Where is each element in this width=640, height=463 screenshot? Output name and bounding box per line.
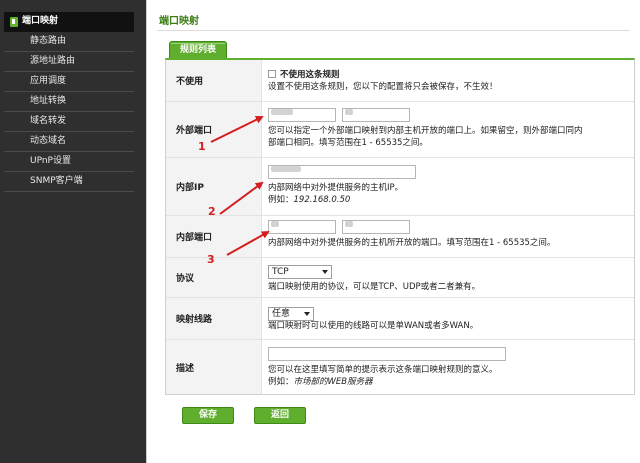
redacted-value — [344, 221, 353, 227]
sidebar-item-port-mapping[interactable]: 端口映射 — [4, 12, 134, 32]
disable-help: 设置不使用这条规则，您以下的配置将只会被保存，不生效！ — [268, 82, 498, 92]
label-line: 映射线路 — [166, 298, 262, 339]
port-mapping-form: 不使用 不使用这条规则 设置不使用这条规则，您以下的配置将只会被保存，不生效！ … — [165, 58, 635, 395]
protocol-selected-value: TCP — [272, 267, 289, 277]
internal-ip-input[interactable] — [268, 165, 416, 179]
sidebar-item-label: 应用调度 — [30, 76, 67, 86]
row-line: 映射线路 任意 端口映射时可以使用的线路可以是单WAN或者多WAN。 — [166, 298, 634, 340]
sidebar-item-label: 端口映射 — [22, 16, 59, 26]
dropdown-arrow-icon — [322, 270, 328, 274]
sidebar-item-label: 动态域名 — [30, 136, 67, 146]
row-internal-ip: 内部IP 内部网络中对外提供服务的主机IP。 例如：192.168.0.50 — [166, 158, 634, 216]
sidebar-item-upnp[interactable]: UPnP设置 — [4, 152, 134, 172]
line-selected-value: 任意 — [272, 309, 291, 319]
main-panel: 端口映射 规则列表 不使用 不使用这条规则 设置不使用这条规则，您以下的配置将只… — [146, 0, 640, 463]
sidebar-item-domain-forward[interactable]: 域名转发 — [4, 112, 134, 132]
external-port-help-1: 您可以指定一个外部端口映射到内部主机开放的端口上。如果留空，则外部端口同内 — [268, 126, 583, 136]
external-port-end-input[interactable] — [341, 108, 410, 122]
description-help: 您可以在这里填写简单的提示表示这条端口映射规则的意义。 — [268, 365, 498, 375]
internal-port-start-input[interactable] — [268, 220, 336, 234]
internal-ip-example-prefix: 例如： — [268, 195, 294, 205]
title-divider — [157, 30, 630, 31]
redacted-value — [271, 109, 293, 115]
description-example-value: 市场部的WEB服务器 — [293, 377, 373, 387]
description-input[interactable] — [268, 347, 506, 361]
sidebar-item-label: UPnP设置 — [30, 156, 71, 166]
arrow-bullet-icon — [10, 17, 18, 27]
back-button[interactable]: 返回 — [254, 407, 306, 424]
row-disable: 不使用 不使用这条规则 设置不使用这条规则，您以下的配置将只会被保存，不生效！ — [166, 60, 634, 102]
protocol-help: 端口映射使用的协议，可以是TCP、UDP或者二者兼有。 — [268, 282, 481, 292]
internal-ip-help: 内部网络中对外提供服务的主机IP。 — [268, 183, 404, 193]
external-port-help-2: 部端口相同。填写范围在1 - 65535之间。 — [268, 138, 428, 148]
sidebar-item-label: 地址转换 — [30, 96, 67, 106]
annotation-number-3: 3 — [207, 253, 215, 266]
internal-port-end-input[interactable] — [341, 220, 410, 234]
internal-ip-example-value: 192.168.0.50 — [293, 195, 351, 205]
external-port-start-input[interactable] — [268, 108, 336, 122]
internal-port-help: 内部网络中对外提供服务的主机所开放的端口。填写范围在1 - 65535之间。 — [268, 238, 556, 248]
line-select[interactable]: 任意 — [268, 307, 314, 321]
sidebar-item-label: SNMP客户端 — [30, 176, 83, 186]
redacted-value — [344, 109, 353, 115]
label-internal-port: 内部端口 — [166, 216, 262, 257]
sidebar-item-nat[interactable]: 地址转换 — [4, 92, 134, 112]
sidebar-item-snmp[interactable]: SNMP客户端 — [4, 172, 134, 192]
label-disable: 不使用 — [166, 60, 262, 101]
sidebar-item-label: 域名转发 — [30, 116, 67, 126]
sidebar-item-app-scheduling[interactable]: 应用调度 — [4, 72, 134, 92]
disable-rule-checkbox[interactable] — [268, 70, 276, 78]
dropdown-arrow-icon — [304, 312, 310, 316]
redacted-value — [271, 221, 279, 227]
description-example-prefix: 例如： — [268, 377, 294, 387]
annotation-number-2: 2 — [208, 205, 216, 218]
label-description: 描述 — [166, 340, 262, 394]
sidebar-item-label: 静态路由 — [30, 36, 67, 46]
row-external-port: 外部端口 您可以指定一个外部端口映射到内部主机开放的端口上。如果留空，则外部端口… — [166, 102, 634, 158]
tab-rule-list[interactable]: 规则列表 — [169, 41, 227, 58]
sidebar-item-ddns[interactable]: 动态域名 — [4, 132, 134, 152]
row-internal-port: 内部端口 内部网络中对外提供服务的主机所开放的端口。填写范围在1 - 65535… — [166, 216, 634, 258]
sidebar-item-source-route[interactable]: 源地址路由 — [4, 52, 134, 72]
save-button[interactable]: 保存 — [182, 407, 234, 424]
sidebar: 端口映射 静态路由 源地址路由 应用调度 地址转换 域名转发 动态域名 UPnP… — [0, 0, 146, 463]
redacted-value — [271, 166, 301, 172]
protocol-select[interactable]: TCP — [268, 265, 332, 279]
sidebar-item-static-route[interactable]: 静态路由 — [4, 32, 134, 52]
label-external-port: 外部端口 — [166, 102, 262, 157]
row-protocol: 协议 TCP 端口映射使用的协议，可以是TCP、UDP或者二者兼有。 — [166, 258, 634, 298]
line-help: 端口映射时可以使用的线路可以是单WAN或者多WAN。 — [268, 321, 479, 331]
row-description: 描述 您可以在这里填写简单的提示表示这条端口映射规则的意义。 例如：市场部的WE… — [166, 340, 634, 394]
sidebar-item-label: 源地址路由 — [30, 56, 76, 66]
annotation-number-1: 1 — [198, 140, 206, 153]
page-title: 端口映射 — [159, 16, 199, 27]
disable-rule-checkbox-label: 不使用这条规则 — [280, 70, 340, 80]
